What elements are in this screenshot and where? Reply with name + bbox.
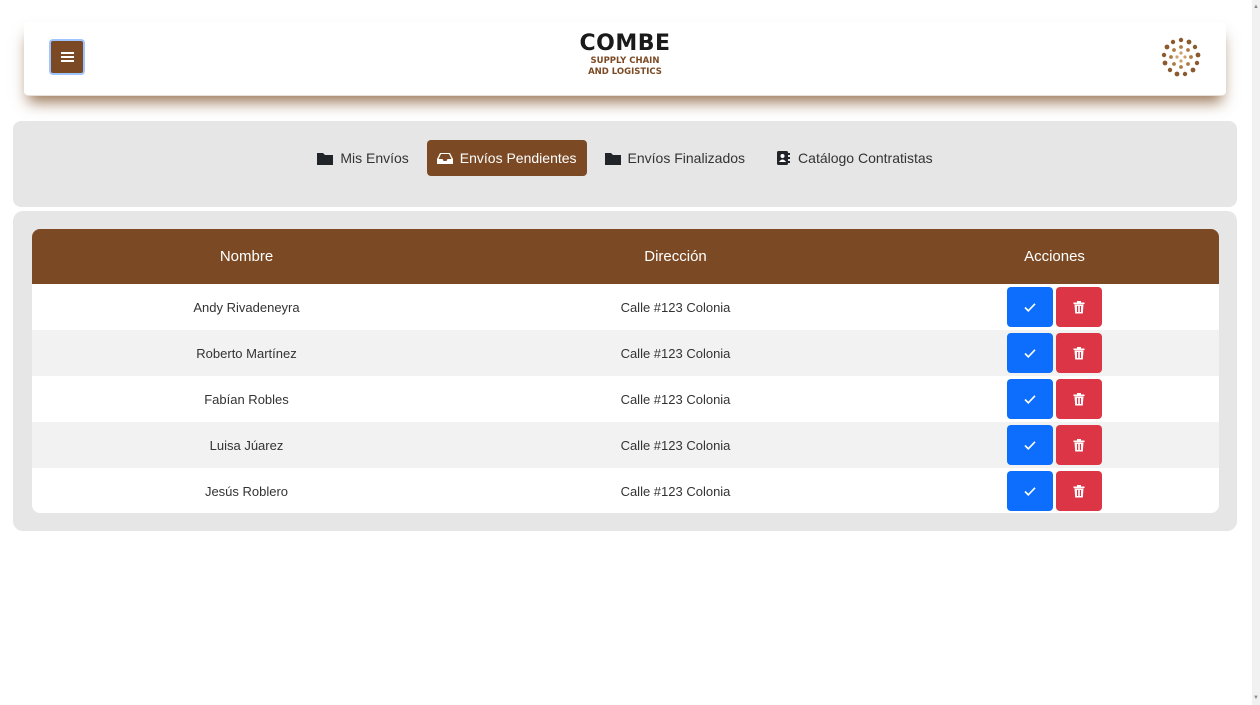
table-row: Roberto Martínez Calle #123 Colonia [32,330,1219,376]
cell-nombre: Andy Rivadeneyra [193,299,300,315]
checkmark-icon [1024,441,1036,450]
brand: COMBE SUPPLY CHAIN AND LOGISTICS [24,32,1226,78]
trash-icon [1073,393,1085,406]
table-panel: Nombre Dirección Acciones Andy Rivadeney… [13,211,1237,531]
cell-direccion: Calle #123 Colonia [620,483,731,499]
trash-icon [1073,301,1085,314]
tab-envios-pendientes[interactable]: Envíos Pendientes [426,140,587,176]
delete-button[interactable] [1056,471,1102,511]
column-header-nombre: Nombre [219,248,274,265]
cell-acciones [890,471,1219,511]
checkmark-icon [1024,395,1036,404]
cell-acciones [890,425,1219,465]
cell-nombre: Roberto Martínez [196,345,297,361]
folder-icon [317,153,334,165]
scroll-down-arrow-icon[interactable]: ▼ [1252,693,1260,703]
cell-direccion: Calle #123 Colonia [620,299,731,315]
cell-direccion: Calle #123 Colonia [620,345,731,361]
confirm-button[interactable] [1007,425,1053,465]
confirm-button[interactable] [1007,287,1053,327]
brand-subtitle-line1: SUPPLY CHAIN [590,56,660,66]
dotted-circle-logo-icon [1161,37,1201,77]
column-header-direccion: Dirección [644,248,707,265]
delete-button[interactable] [1056,425,1102,465]
trash-icon [1073,347,1085,360]
delete-button[interactable] [1056,287,1102,327]
brand-title: COMBE [579,31,671,56]
page: COMBE SUPPLY CHAIN AND LOGISTICS Mis Env… [0,0,1260,705]
delete-button[interactable] [1056,333,1102,373]
cell-acciones [890,333,1219,373]
cell-direccion: Calle #123 Colonia [620,437,731,453]
contact-book-icon [777,151,791,165]
tab-label: Envíos Finalizados [627,150,746,166]
tab-label: Catálogo Contratistas [798,150,933,166]
brand-subtitle-line2: AND LOGISTICS [588,67,662,77]
cell-nombre: Jesús Roblero [204,483,289,499]
page-scrollbar[interactable]: ▲ ▼ [1252,0,1260,705]
shipments-table: Nombre Dirección Acciones Andy Rivadeney… [32,229,1219,513]
confirm-button[interactable] [1007,333,1053,373]
confirm-button[interactable] [1007,379,1053,419]
trash-icon [1073,485,1085,498]
cell-nombre: Fabían Robles [204,391,289,407]
inbox-icon [436,153,453,164]
tab-label: Envíos Pendientes [459,150,577,166]
tabs-bar: Mis Envíos Envíos Pendientes Envíos Fina… [13,121,1237,207]
column-header-acciones: Acciones [1024,248,1085,265]
delete-button[interactable] [1056,379,1102,419]
trash-icon [1073,439,1085,452]
tab-catalogo-contratistas[interactable]: Catálogo Contratistas [765,140,943,176]
table-row: Andy Rivadeneyra Calle #123 Colonia [32,284,1219,330]
scroll-up-arrow-icon[interactable]: ▲ [1252,2,1260,12]
tab-envios-finalizados[interactable]: Envíos Finalizados [595,140,756,176]
checkmark-icon [1024,487,1036,496]
table-header: Nombre Dirección Acciones [32,229,1219,284]
checkmark-icon [1024,349,1036,358]
table-row: Jesús Roblero Calle #123 Colonia [32,468,1219,513]
checkmark-icon [1024,303,1036,312]
cell-direccion: Calle #123 Colonia [620,391,731,407]
folder-icon [604,153,621,165]
app-header: COMBE SUPPLY CHAIN AND LOGISTICS [24,22,1226,96]
cell-acciones [890,379,1219,419]
cell-acciones [890,287,1219,327]
tab-label: Mis Envíos [340,150,409,166]
cell-nombre: Luisa Júarez [209,437,284,453]
table-row: Fabían Robles Calle #123 Colonia [32,376,1219,422]
table-row: Luisa Júarez Calle #123 Colonia [32,422,1219,468]
tab-mis-envios[interactable]: Mis Envíos [307,140,418,176]
confirm-button[interactable] [1007,471,1053,511]
